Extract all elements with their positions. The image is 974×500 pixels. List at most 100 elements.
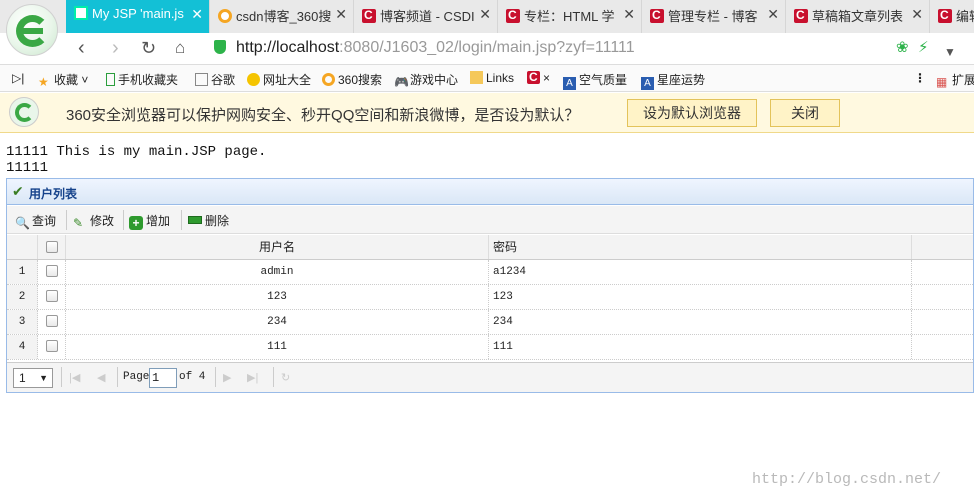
first-page-icon[interactable]: |◀ [69, 371, 80, 384]
refresh-icon[interactable]: ↻ [281, 371, 290, 384]
table-row[interactable]: 3 234 234 [7, 310, 973, 335]
row-checkbox[interactable] [38, 260, 66, 284]
csdn-icon [938, 8, 952, 23]
notice-text: 360安全浏览器可以保护网购安全、秒开QQ空间和新浪微博，是否设为默认？ [66, 107, 580, 124]
bookmark-games[interactable]: 🎮游戏中心 [394, 71, 458, 89]
bookmark-extensions[interactable]: ▦ 扩展 [936, 71, 974, 89]
close-icon[interactable]: ✕ [479, 6, 491, 23]
tab-html-column[interactable]: 专栏：HTML 学✕ [498, 0, 642, 33]
globe-icon [247, 73, 260, 86]
row-number: 4 [7, 335, 38, 359]
select-all-checkbox[interactable] [38, 235, 66, 259]
close-icon[interactable]: ✕ [191, 6, 203, 23]
csdn-icon [650, 8, 664, 23]
column-password[interactable]: 密码 [489, 235, 912, 259]
grid-icon: ▦ [936, 75, 948, 89]
back-icon[interactable]: ‹ [78, 37, 85, 59]
tab-edit[interactable]: 编辑 [930, 0, 974, 33]
page-label: Page [123, 371, 150, 383]
search-engine-icon [322, 73, 335, 86]
browser-logo-icon [9, 97, 39, 127]
edit-button[interactable]: ✎ 修改 [73, 212, 114, 230]
tab-drafts[interactable]: 草稿箱文章列表✕ [786, 0, 930, 33]
row-checkbox[interactable] [38, 335, 66, 359]
page-icon [74, 6, 88, 20]
bookmark-air-quality[interactable]: A 空气质量 [563, 71, 627, 90]
default-browser-notice: 360安全浏览器可以保护网购安全、秒开QQ空间和新浪微博，是否设为默认？ 设为默… [0, 93, 974, 133]
forward-icon[interactable]: › [112, 37, 119, 59]
more-icon[interactable]: ⋮ [914, 71, 926, 85]
page-size-select[interactable]: 1 ▼ [13, 368, 53, 388]
csdn-icon [527, 70, 540, 84]
row-number: 1 [7, 260, 38, 284]
plus-icon: + [129, 216, 143, 230]
row-checkbox[interactable] [38, 310, 66, 334]
browser-logo[interactable] [6, 4, 58, 56]
panel-title: 用户列表 [29, 187, 78, 201]
home-icon[interactable]: ⌂ [175, 37, 185, 59]
page-text-line2: 11111 [6, 160, 49, 176]
set-default-button[interactable]: 设为默认浏览器 [627, 99, 757, 127]
cell-username: 234 [66, 310, 489, 334]
address-bar[interactable]: http://localhost:8080/J1603_02/login/mai… [236, 39, 635, 57]
page-icon [195, 73, 208, 86]
prev-page-icon[interactable]: ◀ [97, 371, 105, 384]
search-engine-icon [218, 9, 232, 23]
minus-icon [188, 216, 202, 224]
reload-icon[interactable]: ↻ [141, 37, 156, 59]
bookmark-mobile[interactable]: 手机收藏夹 [106, 71, 178, 88]
folder-icon [470, 71, 483, 84]
add-button[interactable]: + 增加 [129, 212, 170, 230]
cell-password: 111 [489, 335, 912, 359]
tab-manage-column[interactable]: 管理专栏 - 博客✕ [642, 0, 786, 33]
next-page-icon[interactable]: ▶ [223, 371, 231, 384]
pencil-icon: ✎ [73, 216, 84, 230]
close-icon[interactable]: ✕ [335, 6, 347, 23]
bookmark-horoscope[interactable]: A 星座运势 [641, 71, 705, 90]
table-row[interactable]: 1 admin a1234 [7, 260, 973, 285]
page-number-input[interactable]: 1 [149, 368, 177, 388]
table-row[interactable]: 4 111 111 [7, 335, 973, 360]
watermark: http://blog.csdn.net/ [752, 471, 942, 488]
speed-icon[interactable]: ❀ [896, 37, 909, 59]
tab-csdn-search[interactable]: csdn博客_360搜 ✕ [210, 0, 354, 33]
close-icon[interactable]: ✕ [911, 6, 923, 23]
csdn-icon [362, 8, 376, 23]
cell-password: a1234 [489, 260, 912, 284]
bookmark-favorites[interactable]: ★ 收藏 ˅ [38, 71, 88, 89]
page-text-line1: 11111 This is my main.JSP page. [6, 144, 267, 160]
close-notice-button[interactable]: 关闭 [770, 99, 840, 127]
chevron-down-icon: ▼ [39, 373, 48, 383]
bookmark-csdn[interactable]: × [527, 70, 550, 85]
cell-username: admin [66, 260, 489, 284]
sidebar-toggle-icon[interactable]: ▷| [12, 71, 24, 85]
bookmark-links[interactable]: Links [470, 71, 514, 85]
row-checkbox[interactable] [38, 285, 66, 309]
cell-username: 123 [66, 285, 489, 309]
cell-password: 234 [489, 310, 912, 334]
lightning-icon[interactable]: ⚡ [918, 37, 929, 59]
last-page-icon[interactable]: ▶| [247, 371, 258, 384]
grid-header-row: 用户名 密码 [7, 235, 973, 260]
query-button[interactable]: 🔍 查询 [15, 212, 56, 230]
phone-icon [106, 73, 115, 86]
gamepad-icon: 🎮 [394, 75, 409, 89]
close-icon[interactable]: ✕ [767, 6, 779, 23]
row-number: 2 [7, 285, 38, 309]
star-icon: ★ [38, 75, 49, 89]
a-icon: A [563, 77, 576, 90]
tab-bar: My JSP 'main.js✕ csdn博客_360搜✕ 博客频道 - CSD… [0, 0, 974, 33]
navigation-bar: ‹ › ↻ ⌂ http://localhost:8080/J1603_02/l… [0, 33, 974, 65]
dropdown-icon[interactable]: ▼ [944, 41, 956, 63]
bookmark-google[interactable]: 谷歌 [195, 71, 235, 88]
tab-main-jsp[interactable]: My JSP 'main.js ✕ [66, 0, 210, 33]
bookmark-360-search[interactable]: 360搜索 [322, 71, 382, 88]
bookmark-sites[interactable]: 网址大全 [247, 71, 311, 88]
grid-pager: 1 ▼ |◀ ◀ Page 1 of 4 ▶ ▶| ↻ [7, 362, 973, 392]
close-icon[interactable]: ✕ [623, 6, 635, 23]
tab-blog-channel[interactable]: 博客频道 - CSDI✕ [354, 0, 498, 33]
table-row[interactable]: 2 123 123 [7, 285, 973, 310]
cell-password: 123 [489, 285, 912, 309]
column-username[interactable]: 用户名 [66, 235, 489, 259]
delete-button[interactable]: 删除 [188, 212, 229, 229]
